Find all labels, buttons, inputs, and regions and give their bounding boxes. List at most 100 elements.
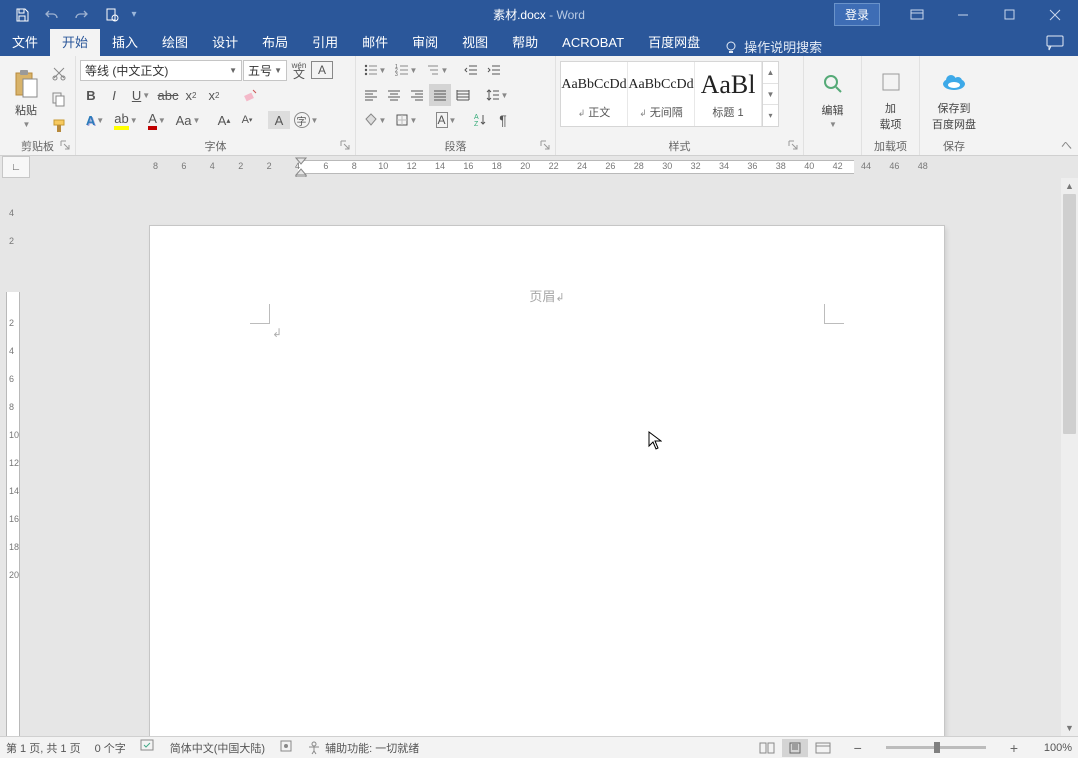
macro-icon[interactable] [279,739,293,756]
align-justify-icon[interactable] [429,84,451,106]
highlight-icon[interactable]: ab▼ [111,109,141,131]
zoom-level[interactable]: 100% [1036,742,1072,754]
undo-icon[interactable] [38,3,66,27]
launcher-icon[interactable] [787,139,799,151]
phonetic-guide-icon[interactable]: wén文 [288,59,310,81]
align-right-icon[interactable] [406,84,428,106]
collapse-ribbon-icon[interactable]: へ [1061,137,1072,153]
show-marks-icon[interactable]: ¶ [492,109,514,131]
comments-icon[interactable] [1032,29,1078,56]
format-painter-icon[interactable] [48,115,70,137]
tab-file[interactable]: 文件 [0,29,50,56]
maximize-icon[interactable] [986,0,1032,29]
change-case-icon[interactable]: Aa▼ [173,109,203,131]
scroll-up-icon[interactable]: ▲ [1061,178,1078,194]
tab-mail[interactable]: 邮件 [350,29,400,56]
page-status[interactable]: 第 1 页, 共 1 页 [6,740,81,756]
decrease-indent-icon[interactable] [460,59,482,81]
editing-button[interactable]: 编辑 ▼ [811,59,855,138]
language-status[interactable]: 简体中文(中国大陆) [170,740,265,756]
shrink-font-icon[interactable]: A▾ [236,109,258,131]
launcher-icon[interactable] [59,139,71,151]
zoom-slider[interactable] [886,746,986,749]
borders-icon[interactable]: ▼ [391,109,421,131]
web-layout-icon[interactable] [810,739,836,757]
minimize-icon[interactable] [940,0,986,29]
ruler-num: 28 [634,161,644,171]
tab-baidu[interactable]: 百度网盘 [636,29,712,56]
asian-layout-icon[interactable]: A▼ [431,109,461,131]
bold-icon[interactable]: B [80,84,102,106]
increase-indent-icon[interactable] [483,59,505,81]
qat-customize-icon[interactable]: ▾ [128,9,140,20]
cut-icon[interactable] [48,62,70,84]
style-no-spacing[interactable]: AaBbCcDd ↲ 无间隔 [628,62,695,126]
save-icon[interactable] [8,3,36,27]
multilevel-list-icon[interactable]: ▼ [422,59,452,81]
spellcheck-icon[interactable] [140,739,156,756]
char-border-icon[interactable]: A [311,61,333,79]
read-mode-icon[interactable] [754,739,780,757]
launcher-icon[interactable] [339,139,351,151]
style-heading1[interactable]: AaBl 标题 1 [695,62,762,126]
tab-acrobat[interactable]: ACROBAT [550,29,636,56]
subscript-icon[interactable]: x2 [180,84,202,106]
accessibility-status[interactable]: 辅助功能: 一切就绪 [307,740,419,756]
enclose-char-icon[interactable]: 字▼ [291,109,321,131]
zoom-out-icon[interactable]: − [850,740,866,756]
tab-selector[interactable]: ∟ [2,156,30,178]
underline-icon[interactable]: U▼ [126,84,156,106]
word-count[interactable]: 0 个字 [95,740,126,756]
text-effects-icon[interactable]: A▼ [80,109,110,131]
tab-design[interactable]: 设计 [200,29,250,56]
tab-view[interactable]: 视图 [450,29,500,56]
font-size-combo[interactable]: 五号▼ [243,60,287,81]
grow-font-icon[interactable]: A▴ [213,109,235,131]
zoom-in-icon[interactable]: + [1006,740,1022,756]
print-preview-icon[interactable] [98,3,126,27]
bullets-icon[interactable]: ▼ [360,59,390,81]
strikethrough-icon[interactable]: abc [157,84,179,106]
shading-icon[interactable]: ▼ [360,109,390,131]
font-name-combo[interactable]: 等线 (中文正文)▼ [80,60,242,81]
italic-icon[interactable]: I [103,84,125,106]
document-area[interactable]: 页眉↲ ↲ [28,178,1078,736]
launcher-icon[interactable] [539,139,551,151]
char-shading-icon[interactable]: A [268,111,290,129]
styles-gallery[interactable]: AaBbCcDd ↲ 正文 AaBbCcDd ↲ 无间隔 AaBl 标题 1 ▲… [560,61,779,127]
scroll-thumb[interactable] [1063,194,1076,434]
tab-references[interactable]: 引用 [300,29,350,56]
align-center-icon[interactable] [383,84,405,106]
close-icon[interactable] [1032,0,1078,29]
line-spacing-icon[interactable]: ▼ [482,84,512,106]
align-left-icon[interactable] [360,84,382,106]
copy-icon[interactable] [48,88,70,110]
page[interactable]: 页眉↲ ↲ [150,226,944,736]
styles-scroll[interactable]: ▲▼▾ [762,62,778,126]
ruler-horizontal[interactable]: 8642246810121416182022242628303234363840… [30,156,1078,178]
font-color-icon[interactable]: A▼ [142,109,172,131]
addins-button[interactable]: 加 载项 [869,59,913,138]
tab-home[interactable]: 开始 [50,29,100,56]
numbering-icon[interactable]: 123▼ [391,59,421,81]
scroll-down-icon[interactable]: ▼ [1061,720,1078,736]
superscript-icon[interactable]: x2 [203,84,225,106]
tab-layout[interactable]: 布局 [250,29,300,56]
scrollbar-vertical[interactable]: ▲ ▼ [1061,178,1078,736]
login-button[interactable]: 登录 [834,3,880,26]
save-to-baidu-button[interactable]: 保存到 百度网盘 [926,59,982,138]
tab-draw[interactable]: 绘图 [150,29,200,56]
clear-formatting-icon[interactable] [239,84,261,106]
tell-me-search[interactable]: 操作说明搜索 [724,37,822,56]
align-distributed-icon[interactable] [452,84,474,106]
redo-icon[interactable] [68,3,96,27]
tab-review[interactable]: 审阅 [400,29,450,56]
tab-insert[interactable]: 插入 [100,29,150,56]
ribbon-display-icon[interactable] [894,0,940,29]
tab-help[interactable]: 帮助 [500,29,550,56]
style-normal[interactable]: AaBbCcDd ↲ 正文 [561,62,628,126]
ruler-vertical[interactable]: 422468101214161820 [0,178,28,736]
paste-button[interactable]: 粘贴 ▼ [4,59,48,138]
print-layout-icon[interactable] [782,739,808,757]
sort-icon[interactable]: AZ [469,109,491,131]
